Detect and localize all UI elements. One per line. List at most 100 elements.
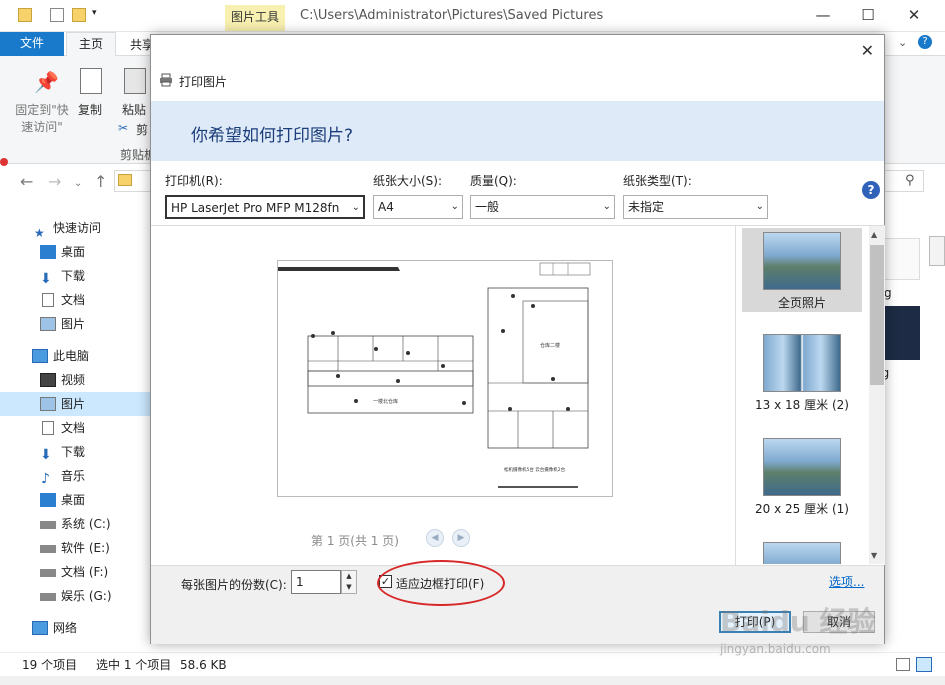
pictures-icon <box>40 317 56 331</box>
pin-quick-access-button[interactable]: 固定到"快 速访问" <box>12 101 72 135</box>
layout-20x25[interactable]: 20 x 25 厘米 (1) <box>742 438 862 522</box>
details-view-icon[interactable] <box>896 658 910 671</box>
nav-label: 软件 (E:) <box>61 541 110 555</box>
layout-full-page-photo[interactable]: 全页照片 <box>742 228 862 312</box>
nav-item-videos[interactable]: 视频 <box>0 368 150 392</box>
layout-scrollbar-thumb[interactable] <box>870 245 884 385</box>
nav-item-quick-access[interactable]: ★ 快速访问 <box>0 216 150 240</box>
desktop-icon <box>40 245 56 259</box>
forward-arrow-icon[interactable]: → <box>48 172 61 191</box>
printer-icon <box>159 73 173 87</box>
picture-tools-context-tab[interactable]: 图片工具 <box>225 5 286 31</box>
paste-button[interactable]: 粘贴 <box>122 101 146 118</box>
close-window-button[interactable]: ✕ <box>899 4 929 28</box>
nav-item-desktop-pc[interactable]: 桌面 <box>0 488 150 512</box>
copies-label: 每张图片的份数(C): <box>181 578 287 592</box>
nav-item-drive-g[interactable]: 娱乐 (G:) <box>0 584 150 608</box>
nav-item-this-pc[interactable]: 此电脑 <box>0 344 150 368</box>
nav-item-drive-e[interactable]: 软件 (E:) <box>0 536 150 560</box>
properties-icon[interactable] <box>50 8 64 22</box>
music-icon: ♪ <box>41 471 50 487</box>
back-arrow-icon[interactable]: ← <box>20 172 33 191</box>
folder-icon <box>118 174 132 186</box>
page-indicator: 第 1 页(共 1 页) <box>311 534 399 548</box>
nav-item-music[interactable]: ♪ 音乐 <box>0 464 150 488</box>
quick-access-dropdown-icon[interactable]: ▾ <box>92 8 97 18</box>
paper-type-value: 未指定 <box>628 200 665 214</box>
dialog-help-icon[interactable]: ? <box>862 181 880 199</box>
nav-label: 音乐 <box>61 469 86 483</box>
paste-icon[interactable] <box>124 68 146 94</box>
document-icon <box>42 421 54 435</box>
file-thumbnail[interactable] <box>884 306 920 360</box>
search-icon[interactable]: ⚲ <box>905 173 915 188</box>
help-icon[interactable]: ? <box>918 35 932 49</box>
paper-size-select[interactable]: A4 ⌄ <box>373 195 463 219</box>
scroll-up-icon[interactable]: ▲ <box>871 230 877 239</box>
layout-13x18[interactable]: 13 x 18 厘米 (2) <box>742 334 862 418</box>
file-thumbnail[interactable] <box>884 238 920 280</box>
scrollbar-thumb[interactable] <box>929 236 945 266</box>
item-count: 19 个项目 <box>22 658 78 672</box>
printer-select[interactable]: HP LaserJet Pro MFP M128fn ⌄ <box>165 195 365 219</box>
up-arrow-icon[interactable]: ↑ <box>94 172 107 191</box>
layout-thumbnail <box>763 542 841 564</box>
computer-icon <box>32 349 48 363</box>
scroll-down-icon[interactable]: ▼ <box>871 551 877 560</box>
drive-icon <box>40 521 56 529</box>
folder-icon[interactable] <box>18 8 32 22</box>
window-title-path: C:\Users\Administrator\Pictures\Saved Pi… <box>300 8 604 23</box>
paper-type-select[interactable]: 未指定 ⌄ <box>623 195 768 219</box>
nav-item-drive-f[interactable]: 文档 (F:) <box>0 560 150 584</box>
nav-label: 桌面 <box>61 493 86 507</box>
nav-item-downloads[interactable]: ⬇ 下载 <box>0 264 150 288</box>
drive-icon <box>40 569 56 577</box>
nav-item-drive-c[interactable]: 系统 (C:) <box>0 512 150 536</box>
printer-label: 打印机(R): <box>165 174 223 188</box>
preview-text: 一楼北仓库 <box>373 398 398 405</box>
copies-input[interactable]: 1 <box>291 570 341 594</box>
nav-label: 图片 <box>61 317 86 331</box>
options-link[interactable]: 选项... <box>829 573 864 590</box>
large-icons-view-icon[interactable] <box>916 657 932 672</box>
quality-value: 一般 <box>475 200 500 214</box>
stepper-down-icon[interactable]: ▼ <box>342 582 356 593</box>
layout-next-partial[interactable] <box>742 542 862 564</box>
nav-item-documents-pc[interactable]: 文档 <box>0 416 150 440</box>
nav-label: 文档 <box>61 293 86 307</box>
paper-size-value: A4 <box>378 200 394 214</box>
scissors-icon[interactable]: ✂ <box>118 121 128 135</box>
tab-file[interactable]: 文件 <box>0 32 64 56</box>
cut-button[interactable]: 剪 <box>136 121 148 138</box>
nav-item-downloads-pc[interactable]: ⬇ 下载 <box>0 440 150 464</box>
nav-item-network[interactable]: 网络 <box>0 616 150 640</box>
next-page-button[interactable]: ▶ <box>452 529 470 547</box>
quality-select[interactable]: 一般 ⌄ <box>470 195 615 219</box>
nav-label: 娱乐 (G:) <box>61 589 112 603</box>
search-box[interactable] <box>884 170 924 192</box>
copies-stepper[interactable]: ▲ ▼ <box>341 570 357 594</box>
new-folder-icon[interactable] <box>72 8 86 22</box>
layout-label: 全页照片 <box>777 296 826 310</box>
stepper-up-icon[interactable]: ▲ <box>342 571 356 582</box>
document-icon <box>42 293 54 307</box>
nav-label: 文档 (F:) <box>61 565 109 579</box>
copy-button[interactable]: 复制 <box>78 101 102 118</box>
minimize-button[interactable]: — <box>808 4 838 28</box>
previous-page-button[interactable]: ◀ <box>426 529 444 547</box>
nav-item-pictures-selected[interactable]: 图片 <box>0 392 150 416</box>
dialog-close-button[interactable]: ✕ <box>861 41 874 60</box>
nav-item-documents[interactable]: 文档 <box>0 288 150 312</box>
nav-item-pictures[interactable]: 图片 <box>0 312 150 336</box>
copy-icon[interactable] <box>80 68 102 94</box>
pin-icon[interactable]: 📌 <box>34 70 59 94</box>
maximize-button[interactable]: ☐ <box>853 4 883 28</box>
expand-ribbon-icon[interactable]: ⌄ <box>898 36 907 49</box>
nav-item-desktop[interactable]: 桌面 <box>0 240 150 264</box>
file-name-label[interactable]: g <box>884 286 892 300</box>
layout-thumbnail <box>763 232 841 290</box>
page-preview: 一楼北仓库 仓库二楼 松机摄像机5台 云台摄像机2台 <box>277 260 613 497</box>
recent-locations-icon[interactable]: ⌄ <box>74 178 82 189</box>
nav-label: 文档 <box>61 421 86 435</box>
tab-home[interactable]: 主页 <box>66 32 116 57</box>
